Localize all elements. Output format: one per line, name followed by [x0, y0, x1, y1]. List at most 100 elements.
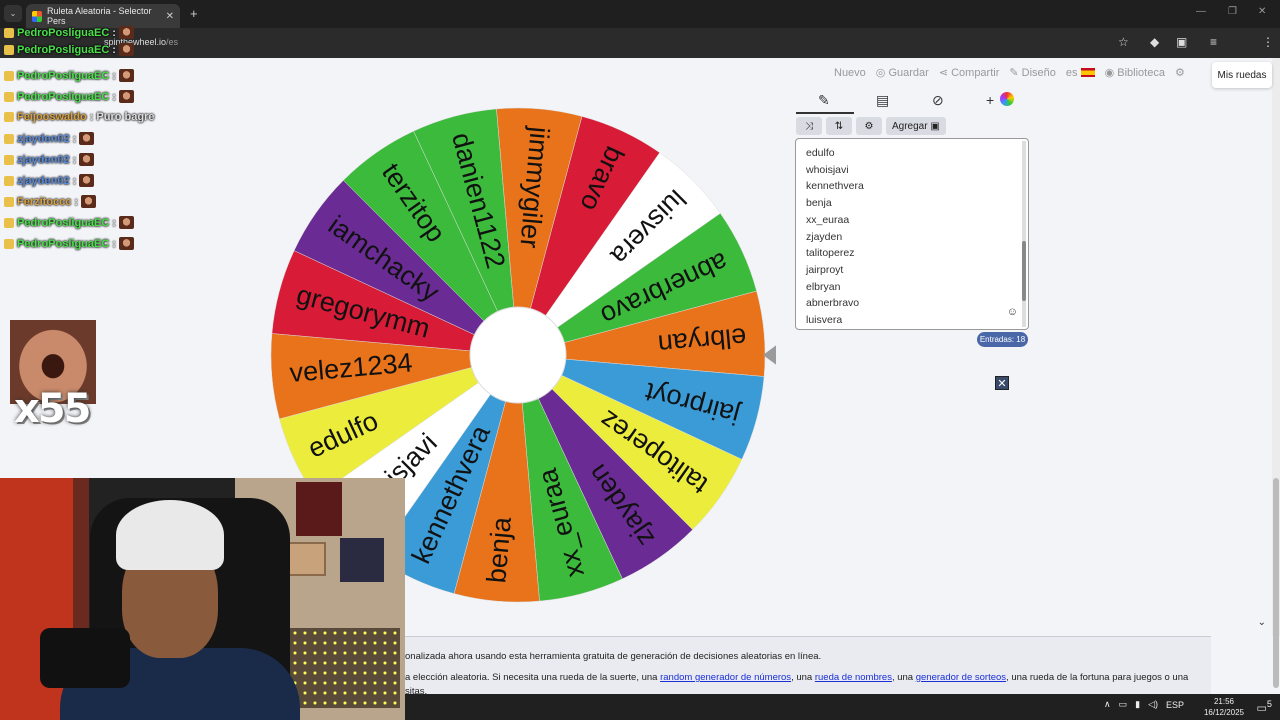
entry-item[interactable]: talitoperez — [806, 245, 1018, 262]
chat-username[interactable]: PedroPosliguaEC — [17, 238, 109, 250]
chat-username[interactable]: PedroPosliguaEC — [17, 44, 109, 56]
mis-ruedas-button[interactable]: Mis ruedas — [1212, 62, 1272, 88]
add-wheel-icon[interactable]: + — [986, 92, 994, 108]
christmas-lights — [290, 628, 400, 708]
diseno-label: Diseño — [1021, 67, 1056, 79]
chat-emote-icon — [118, 237, 134, 250]
chat-text: : — [112, 237, 116, 250]
poster — [296, 482, 342, 536]
settings-gear-icon[interactable]: ⚙ — [1175, 66, 1185, 79]
entry-item[interactable]: xx_euraa — [806, 212, 1018, 229]
close-window-icon[interactable]: ✕ — [1258, 6, 1266, 17]
chat-username[interactable]: PedroPosliguaEC — [17, 27, 109, 39]
chat-emote-icon — [118, 69, 134, 82]
clipboard-results-icon[interactable]: ▤ — [876, 92, 889, 109]
diseno-link[interactable]: ✎ Diseño — [1009, 66, 1056, 79]
language-indicator[interactable]: ESP — [1166, 700, 1184, 710]
page-scrollbar[interactable] — [1272, 58, 1280, 688]
puzzle-icon[interactable]: ▣ — [1176, 35, 1187, 49]
maximize-icon[interactable]: ❐ — [1228, 6, 1237, 17]
compartir-link[interactable]: ⋖ Compartir — [939, 66, 1000, 79]
name-wheel-link[interactable]: rueda de nombres — [815, 672, 892, 683]
chat-badge-icon — [4, 175, 14, 186]
chat-text: : — [112, 69, 116, 82]
entries-scrollbar[interactable] — [1022, 141, 1026, 327]
sort-button[interactable]: ⇅ — [826, 117, 852, 135]
entry-item[interactable]: benja — [806, 195, 1018, 212]
tab-title: Ruleta Aleatoria - Selector Pers — [46, 6, 152, 26]
media-icon[interactable]: ≡ — [1210, 35, 1217, 49]
entries-textarea[interactable]: edulfo whoisjavi kennethvera benja xx_euraa z… — [795, 138, 1029, 330]
close-ad-icon[interactable]: ✕ — [995, 376, 1009, 390]
wheel-center[interactable] — [469, 306, 567, 404]
active-tab-underline — [796, 112, 854, 114]
new-tab-button[interactable]: + — [190, 6, 198, 21]
chat-emote-icon — [118, 90, 134, 103]
menu-dots-icon[interactable]: ⋮ — [1262, 35, 1274, 49]
language-selector[interactable]: es — [1066, 67, 1095, 79]
compartir-label: Compartir — [951, 67, 1000, 79]
hide-eye-icon[interactable]: ⊘ — [932, 92, 944, 109]
notification-icon[interactable]: ▭5 — [1257, 699, 1273, 715]
browser-tab[interactable]: Ruleta Aleatoria - Selector Pers ✕ — [26, 4, 180, 28]
entry-settings-button[interactable]: ⚙ — [856, 117, 882, 135]
edit-pencil-icon[interactable]: ✎ — [818, 92, 830, 109]
shuffle-button[interactable]: ⤨ — [796, 117, 822, 135]
chat-emote-icon — [79, 153, 95, 166]
chat-emote-icon — [79, 174, 95, 187]
entry-item[interactable]: elbryan — [806, 279, 1018, 296]
entry-item[interactable]: whoisjavi — [806, 162, 1018, 179]
agregar-button[interactable]: Agregar ▣ — [886, 117, 946, 135]
emoji-icon[interactable]: ☺ — [1007, 304, 1018, 321]
nuevo-link[interactable]: Nuevo — [834, 67, 866, 79]
clock-time: 21:56 — [1213, 697, 1234, 706]
webcam-overlay — [0, 478, 405, 720]
chat-emote-icon — [81, 195, 97, 208]
random-number-link[interactable]: random generador de números — [660, 672, 791, 683]
chat-badge-icon — [4, 112, 14, 122]
clock[interactable]: 21:56 16/12/2025 — [1204, 696, 1244, 718]
tab-menu-button[interactable]: ⌄ — [4, 5, 22, 22]
tab-close-icon[interactable]: ✕ — [166, 11, 174, 22]
biblioteca-label: Biblioteca — [1117, 67, 1165, 79]
scrollbar-thumb[interactable] — [1273, 478, 1279, 688]
chat-text: : — [112, 216, 116, 229]
chat-emote-icon — [79, 132, 95, 145]
scroll-down-chevron-icon[interactable]: ⌄ — [1258, 617, 1266, 628]
picture-frame — [286, 542, 326, 576]
bookmark-star-icon[interactable]: ☆ — [1118, 35, 1129, 49]
color-wheel-icon[interactable] — [1000, 92, 1014, 106]
extension-icon[interactable]: ◆ — [1150, 35, 1159, 49]
chat-emote-icon — [118, 26, 134, 39]
chat-username[interactable]: Feijooswaldo — [17, 111, 87, 123]
guardar-link[interactable]: ◎ Guardar — [876, 66, 929, 79]
entry-item[interactable]: kennethvera — [806, 178, 1018, 195]
chat-username[interactable]: PedroPosliguaEC — [17, 91, 109, 103]
volume-icon[interactable]: ◁) — [1148, 699, 1158, 710]
chat-username[interactable]: PedroPosliguaEC — [17, 217, 109, 229]
chat-username[interactable]: Ferzitoccc — [17, 196, 71, 208]
tray-chevron-icon[interactable]: ∧ — [1104, 699, 1111, 710]
entry-item[interactable]: zjayden — [806, 229, 1018, 246]
footer-line-1: onalizada ahora usando esta herramienta … — [405, 651, 822, 662]
entry-item[interactable]: luisvera — [806, 312, 1018, 329]
chat-text: : — [72, 132, 77, 145]
guardar-label: Guardar — [888, 67, 929, 79]
address-bar[interactable] — [0, 28, 1280, 58]
biblioteca-link[interactable]: ◉ Biblioteca — [1105, 66, 1165, 79]
entries-scroll-thumb[interactable] — [1022, 241, 1026, 301]
minimize-icon[interactable]: — — [1196, 6, 1206, 17]
raffle-generator-link[interactable]: generador de sorteos — [916, 672, 1006, 683]
entry-item[interactable]: abnerbravo — [806, 295, 1018, 312]
chat-username[interactable]: zjayden02 — [17, 175, 70, 187]
network-icon[interactable]: ▭ — [1119, 699, 1128, 710]
entry-item[interactable]: edulfo — [806, 145, 1018, 162]
chat-message: Ferzitoccc: — [4, 195, 97, 208]
chat-message: PedroPosliguaEC: — [4, 69, 134, 82]
entry-item[interactable]: jairproyt — [806, 262, 1018, 279]
chat-username[interactable]: zjayden02 — [17, 154, 70, 166]
chat-badge-icon — [4, 217, 14, 228]
chat-username[interactable]: PedroPosliguaEC — [17, 70, 109, 82]
battery-icon[interactable]: ▮ — [1135, 699, 1140, 710]
chat-username[interactable]: zjayden02 — [17, 133, 70, 145]
